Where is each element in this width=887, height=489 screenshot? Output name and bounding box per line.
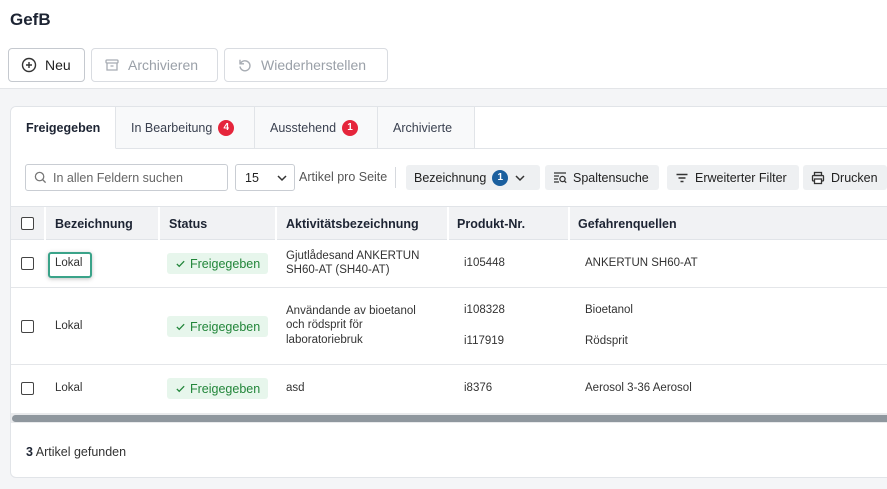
column-header-bezeichnung[interactable]: Bezeichnung <box>55 207 133 240</box>
advanced-filter-button[interactable]: Erweiterter Filter <box>667 165 799 190</box>
status-badge: Freigegeben <box>167 253 269 274</box>
search-input[interactable] <box>53 170 223 185</box>
chevron-down-icon <box>277 174 287 181</box>
tab-label: Freigegeben <box>26 120 101 135</box>
sort-count-badge: 1 <box>492 169 509 186</box>
column-header-hazards[interactable]: Gefahrenquellen <box>578 207 677 240</box>
cell-hazard: ANKERTUN SH60-AT <box>585 257 698 269</box>
table-header: Bezeichnung Status Aktivitätsbezeichnung… <box>11 206 887 240</box>
cell-product-no: i117919 <box>464 335 505 347</box>
advanced-filter-label: Erweiterter Filter <box>695 170 787 185</box>
search-box[interactable] <box>25 164 228 191</box>
cell-hazard: Bioetanol <box>585 304 633 316</box>
column-search-button[interactable]: Spaltensuche <box>545 165 659 190</box>
tab-label: Archivierte <box>393 120 453 135</box>
divider <box>395 167 396 188</box>
column-divider <box>158 207 160 240</box>
print-label: Drucken <box>831 170 878 185</box>
tab-count-badge: 1 <box>342 119 359 136</box>
tab-label: In Bearbeitung <box>131 120 213 135</box>
new-button-label: Neu <box>45 57 71 73</box>
row-checkbox[interactable] <box>21 382 34 395</box>
status-label: Freigegeben <box>190 319 261 334</box>
table-row[interactable]: Lokal Freigegeben asd i8376 Aerosol 3-36… <box>11 365 887 412</box>
cell-bezeichnung[interactable]: Lokal <box>55 382 83 394</box>
archive-button-label: Archivieren <box>128 57 199 73</box>
new-button[interactable]: Neu <box>8 48 85 82</box>
column-divider <box>447 207 449 240</box>
row-checkbox[interactable] <box>21 320 34 333</box>
tab-divider <box>474 148 887 149</box>
plus-circle-icon <box>21 57 37 73</box>
page-size-value: 15 <box>245 170 259 185</box>
select-all-checkbox[interactable] <box>21 217 34 230</box>
column-header-product-no[interactable]: Produkt-Nr. <box>457 207 525 240</box>
cell-bezeichnung[interactable]: Lokal <box>55 320 83 332</box>
content-card: Freigegeben In Bearbeitung 4 Ausstehend … <box>10 106 887 478</box>
table-row[interactable]: Lokal Freigegeben Användande av bioetano… <box>11 288 887 365</box>
check-icon <box>176 260 185 268</box>
archive-icon <box>105 59 119 71</box>
column-search-label: Spaltensuche <box>573 170 649 185</box>
column-divider <box>275 207 277 240</box>
restore-icon <box>239 59 251 72</box>
cell-activity-line: asd <box>286 382 305 394</box>
sort-chip[interactable]: Bezeichnung 1 <box>406 165 540 190</box>
column-search-icon <box>554 171 567 183</box>
per-page-label: Artikel pro Seite <box>299 170 388 184</box>
chevron-down-icon <box>515 174 525 181</box>
tab-freigegeben[interactable]: Freigegeben <box>11 107 116 149</box>
page-title: GefB <box>10 10 51 29</box>
cell-product-no: i108328 <box>464 304 505 316</box>
result-count-number: 3 <box>26 445 33 459</box>
archive-button[interactable]: Archivieren <box>91 48 218 82</box>
sort-field-label: Bezeichnung <box>414 170 487 185</box>
tab-archivierte[interactable]: Archivierte <box>378 107 475 149</box>
column-divider <box>568 207 570 240</box>
cell-activity-line: Gjutlådesand ANKERTUN <box>286 250 420 262</box>
search-icon <box>34 171 47 184</box>
scrollbar-thumb[interactable] <box>12 415 887 422</box>
cell-bezeichnung[interactable]: Lokal <box>55 257 83 269</box>
cell-activity-line: och rödsprit för <box>286 319 363 331</box>
tab-bar: Freigegeben In Bearbeitung 4 Ausstehend … <box>11 107 475 149</box>
print-button[interactable]: Drucken <box>803 165 887 190</box>
result-count-label: Artikel gefunden <box>35 445 127 459</box>
cell-hazard: Rödsprit <box>585 335 628 347</box>
status-label: Freigegeben <box>190 381 261 396</box>
check-icon <box>176 385 185 393</box>
column-header-status[interactable]: Status <box>169 207 207 240</box>
column-header-activity[interactable]: Aktivitätsbezeichnung <box>286 207 419 240</box>
horizontal-scrollbar[interactable] <box>11 413 887 423</box>
restore-button[interactable]: Wiederherstellen <box>224 48 388 82</box>
cell-hazard: Aerosol 3-36 Aerosol <box>585 382 692 394</box>
tab-label: Ausstehend <box>270 120 337 135</box>
page-size-select[interactable]: 15 <box>235 164 295 191</box>
table-row[interactable]: Lokal Freigegeben Gjutlådesand ANKERTUN … <box>11 240 887 288</box>
status-label: Freigegeben <box>190 256 261 271</box>
tab-count-badge: 4 <box>218 119 235 136</box>
tab-ausstehend[interactable]: Ausstehend 1 <box>255 107 378 149</box>
cell-product-no: i8376 <box>464 382 493 394</box>
top-bar: GefB Neu Archivieren Wiederherstellen <box>0 0 887 89</box>
cell-activity-line: SH60-AT (SH40-AT) <box>286 264 390 276</box>
result-count: 3 Artikel gefunden <box>26 445 126 459</box>
tab-in-bearbeitung[interactable]: In Bearbeitung 4 <box>116 107 255 149</box>
printer-icon <box>811 171 825 184</box>
cell-activity-line: Användande av bioetanol <box>286 305 416 317</box>
row-checkbox[interactable] <box>21 257 34 270</box>
filter-icon <box>676 173 688 182</box>
cell-product-no: i105448 <box>464 257 505 269</box>
status-badge: Freigegeben <box>167 316 269 337</box>
table-controls: 15 Artikel pro Seite Bezeichnung 1 Spalt… <box>25 164 887 191</box>
status-badge: Freigegeben <box>167 378 269 399</box>
cell-activity-line: laboratoriebruk <box>286 334 363 346</box>
column-divider <box>44 207 46 240</box>
check-icon <box>176 323 185 331</box>
restore-button-label: Wiederherstellen <box>261 57 367 73</box>
select-all-cell <box>21 207 34 240</box>
